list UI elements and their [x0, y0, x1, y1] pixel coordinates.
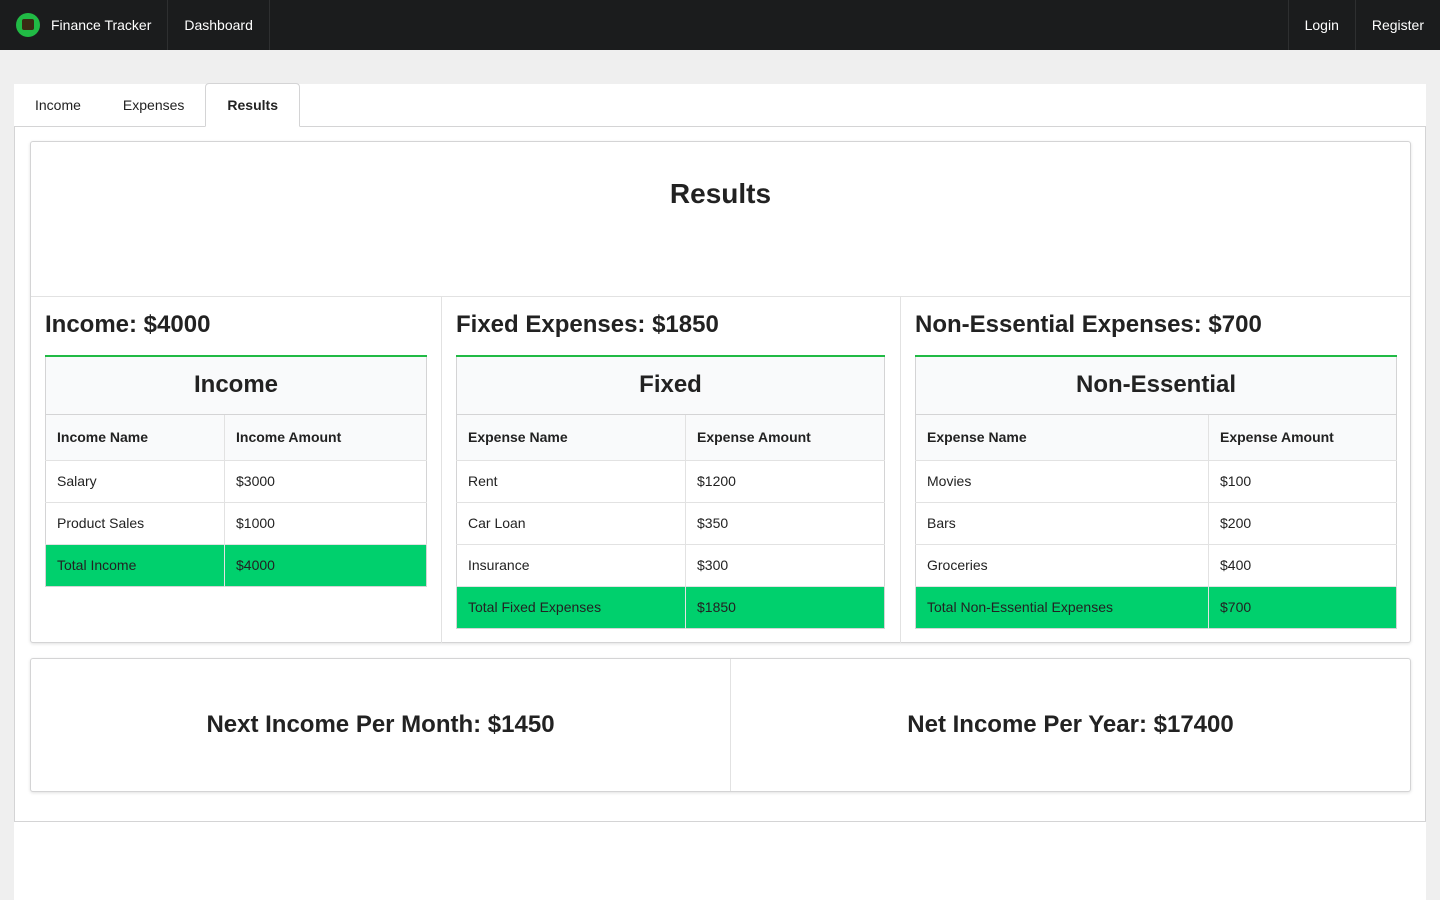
cell-amount: $400: [1208, 543, 1397, 586]
column-header: Income Amount: [224, 414, 427, 461]
fixed-expenses-table: Fixed Expense Name Expense Amount Rent $…: [456, 355, 885, 629]
total-row: Total Non-Essential Expenses $700: [915, 585, 1397, 628]
total-label: Total Income: [45, 543, 225, 586]
tab-income[interactable]: Income: [14, 83, 102, 126]
page-bottom-area: [14, 822, 1426, 900]
income-column: Income: $4000 Income Income Name Income …: [31, 297, 442, 643]
income-table: Income Income Name Income Amount Salary …: [45, 355, 427, 587]
net-income-summary: Next Income Per Month: $1450 Net Income …: [30, 658, 1411, 792]
cell-name: Car Loan: [456, 501, 686, 544]
table-row: Movies $100: [915, 459, 1397, 502]
tab-bar: Income Expenses Results: [14, 83, 1426, 127]
table-row: Salary $3000: [45, 459, 427, 502]
brand-name: Finance Tracker: [51, 17, 152, 33]
cell-name: Bars: [915, 501, 1209, 544]
table-row: Rent $1200: [456, 459, 885, 502]
cell-amount: $1000: [224, 501, 427, 544]
net-income-month: Next Income Per Month: $1450: [31, 659, 731, 791]
results-segment: Results Income: $4000 Income Income Name…: [30, 141, 1411, 643]
total-label: Total Non-Essential Expenses: [915, 585, 1209, 628]
fixed-table-title: Fixed: [456, 356, 885, 415]
income-table-title: Income: [45, 356, 427, 415]
cell-name: Salary: [45, 459, 225, 502]
app-logo-icon: [16, 13, 40, 37]
column-header: Expense Amount: [685, 414, 885, 461]
cell-name: Rent: [456, 459, 686, 502]
column-header: Expense Name: [915, 414, 1209, 461]
non-essential-heading: Non-Essential Expenses: $700: [915, 311, 1262, 338]
cell-name: Insurance: [456, 543, 686, 586]
top-navbar: Finance Tracker Dashboard Login Register: [0, 0, 1440, 50]
cell-amount: $3000: [224, 459, 427, 502]
column-header: Expense Amount: [1208, 414, 1397, 461]
fixed-expenses-column: Fixed Expenses: $1850 Fixed Expense Name…: [442, 297, 901, 643]
income-heading: Income: $4000: [45, 311, 211, 338]
cell-amount: $300: [685, 543, 885, 586]
total-amount: $1850: [685, 585, 885, 628]
cell-amount: $350: [685, 501, 885, 544]
table-row: Product Sales $1000: [45, 501, 427, 544]
login-link[interactable]: Login: [1287, 0, 1355, 50]
nav-dashboard-link[interactable]: Dashboard: [168, 0, 270, 50]
cell-name: Groceries: [915, 543, 1209, 586]
results-panel: Results Income: $4000 Income Income Name…: [14, 127, 1426, 822]
total-row: Total Income $4000: [45, 543, 427, 586]
table-row: Groceries $400: [915, 543, 1397, 586]
page-title: Results: [31, 142, 1410, 297]
register-link[interactable]: Register: [1354, 0, 1440, 50]
cell-amount: $200: [1208, 501, 1397, 544]
cell-name: Movies: [915, 459, 1209, 502]
non-essential-table: Non-Essential Expense Name Expense Amoun…: [915, 355, 1397, 629]
fixed-expenses-heading: Fixed Expenses: $1850: [456, 311, 719, 338]
total-amount: $4000: [224, 543, 427, 586]
table-row: Insurance $300: [456, 543, 885, 586]
cell-amount: $1200: [685, 459, 885, 502]
net-income-year: Net Income Per Year: $17400: [907, 711, 1234, 738]
table-row: Car Loan $350: [456, 501, 885, 544]
cell-name: Product Sales: [45, 501, 225, 544]
results-columns: Income: $4000 Income Income Name Income …: [31, 297, 1410, 643]
column-header: Expense Name: [456, 414, 686, 461]
non-essential-table-title: Non-Essential: [915, 356, 1397, 415]
total-amount: $700: [1208, 585, 1397, 628]
total-label: Total Fixed Expenses: [456, 585, 686, 628]
cell-amount: $100: [1208, 459, 1397, 502]
total-row: Total Fixed Expenses $1850: [456, 585, 885, 628]
non-essential-column: Non-Essential Expenses: $700 Non-Essenti…: [901, 297, 1410, 643]
tab-expenses[interactable]: Expenses: [102, 83, 205, 126]
column-header: Income Name: [45, 414, 225, 461]
tab-results[interactable]: Results: [205, 83, 300, 127]
brand-link[interactable]: Finance Tracker: [0, 0, 169, 50]
table-row: Bars $200: [915, 501, 1397, 544]
